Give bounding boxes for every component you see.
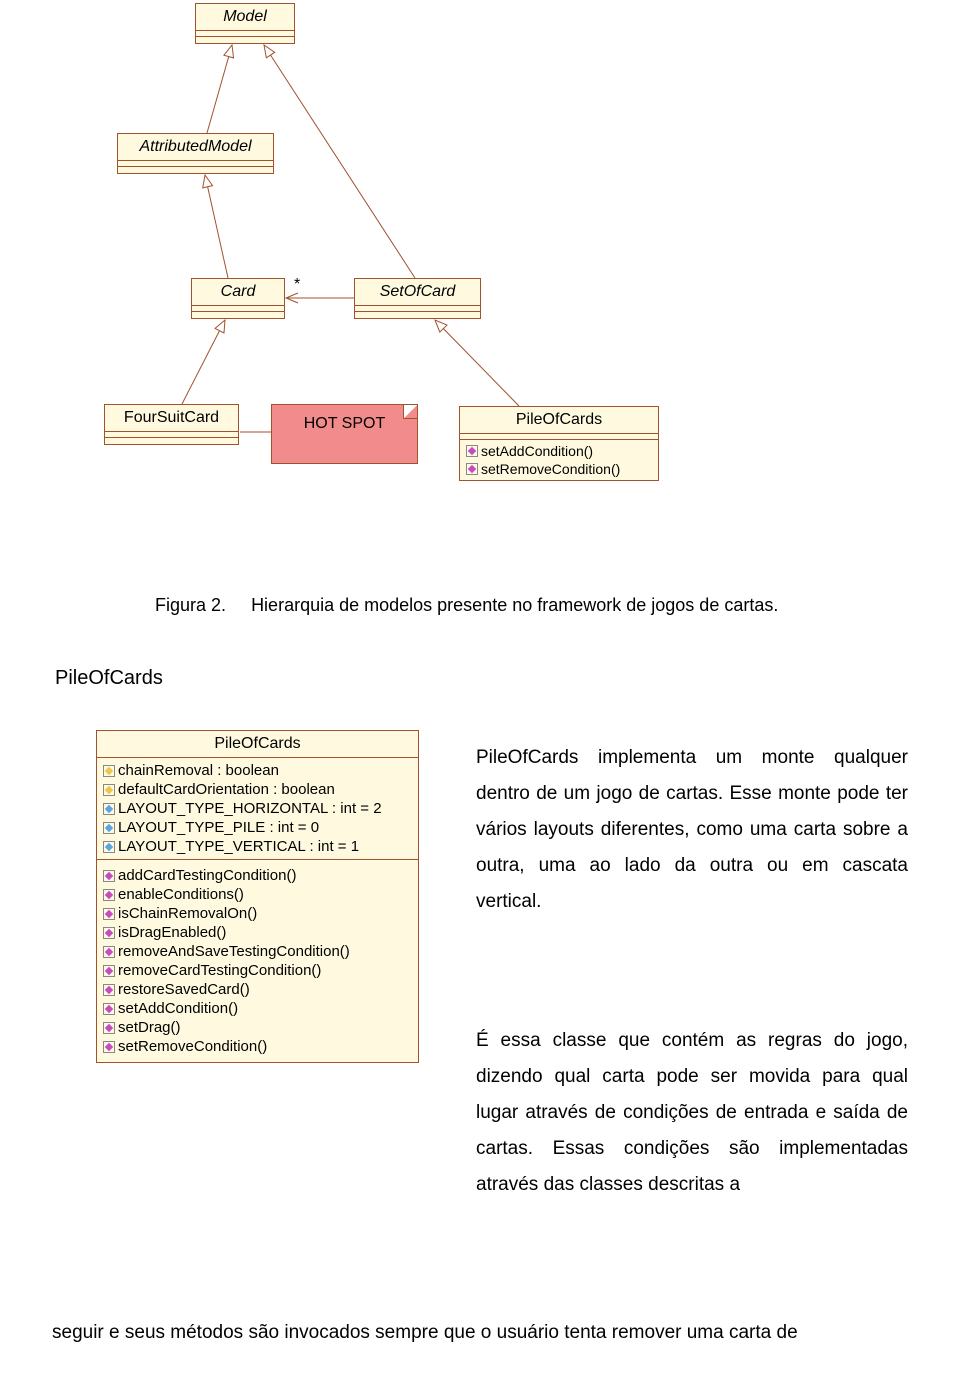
operation-label: restoreSavedCard()	[118, 981, 250, 998]
uml-diagram: Model AttributedModel Card * SetOfCard F…	[0, 0, 960, 590]
method-icon	[103, 908, 115, 920]
constant-icon	[103, 841, 115, 853]
uml-attribute: LAYOUT_TYPE_HORIZONTAL : int = 2	[103, 799, 412, 818]
figure-caption: Figura 2. Hierarquia de modelos presente…	[155, 595, 778, 616]
note-fold-icon	[403, 405, 417, 419]
uml-class-card: Card	[191, 278, 285, 319]
uml-operation: enableConditions()	[103, 885, 412, 904]
method-icon	[103, 870, 115, 882]
uml-attribute: LAYOUT_TYPE_PILE : int = 0	[103, 818, 412, 837]
operation-label: setDrag()	[118, 1019, 181, 1036]
caption-text: Hierarquia de modelos presente no framew…	[251, 595, 778, 615]
uml-operations: addCardTestingCondition() enableConditio…	[97, 860, 418, 1062]
uml-attributes: chainRemoval : boolean defaultCardOrient…	[97, 758, 418, 860]
uml-class-title: FourSuitCard	[105, 405, 238, 432]
uml-class-pileofcards: PileOfCards setAddCondition() setRemoveC…	[459, 406, 659, 481]
method-icon	[103, 1041, 115, 1053]
uml-class-title: SetOfCard	[355, 279, 480, 306]
attribute-label: LAYOUT_TYPE_PILE : int = 0	[118, 819, 319, 836]
method-icon	[103, 946, 115, 958]
uml-operation: restoreSavedCard()	[103, 980, 412, 999]
uml-class-foursuitcard: FourSuitCard	[104, 404, 239, 445]
uml-attribute: LAYOUT_TYPE_VERTICAL : int = 1	[103, 837, 412, 856]
uml-class-title: Card	[192, 279, 284, 306]
attribute-icon	[103, 784, 115, 796]
method-icon	[466, 463, 478, 475]
operation-label: setRemoveCondition()	[481, 461, 620, 477]
method-icon	[103, 927, 115, 939]
operation-label: setAddCondition()	[118, 1000, 238, 1017]
operation-label: addCardTestingCondition()	[118, 867, 296, 884]
method-icon	[103, 984, 115, 996]
method-icon	[103, 889, 115, 901]
attribute-label: chainRemoval : boolean	[118, 762, 279, 779]
attribute-label: LAYOUT_TYPE_VERTICAL : int = 1	[118, 838, 359, 855]
uml-operation: setDrag()	[103, 1018, 412, 1037]
constant-icon	[103, 803, 115, 815]
uml-operation: removeCardTestingCondition()	[103, 961, 412, 980]
uml-class-pileofcards-detail: PileOfCards chainRemoval : boolean defau…	[96, 730, 419, 1063]
uml-operation: setAddCondition()	[466, 442, 652, 460]
uml-class-setofcard: SetOfCard	[354, 278, 481, 319]
attribute-label: defaultCardOrientation : boolean	[118, 781, 335, 798]
operation-label: removeAndSaveTestingCondition()	[118, 943, 350, 960]
caption-prefix: Figura 2.	[155, 595, 226, 615]
uml-operation: setRemoveCondition()	[103, 1037, 412, 1056]
uml-operation: isChainRemovalOn()	[103, 904, 412, 923]
description-paragraph-1: PileOfCards implementa um monte qualquer…	[476, 740, 908, 920]
uml-class-model: Model	[195, 3, 295, 44]
uml-operation: addCardTestingCondition()	[103, 866, 412, 885]
method-icon	[103, 1003, 115, 1015]
uml-operation: setAddCondition()	[103, 999, 412, 1018]
attribute-label: LAYOUT_TYPE_HORIZONTAL : int = 2	[118, 800, 382, 817]
description-paragraph-3: seguir e seus métodos são invocados semp…	[52, 1315, 908, 1351]
operation-label: removeCardTestingCondition()	[118, 962, 321, 979]
method-icon	[466, 445, 478, 457]
uml-operations: setAddCondition() setRemoveCondition()	[460, 440, 658, 480]
uml-class-title: Model	[196, 4, 294, 31]
uml-class-attributedmodel: AttributedModel	[117, 133, 274, 174]
method-icon	[103, 965, 115, 977]
uml-note-hotspot: HOT SPOT	[271, 404, 418, 464]
attribute-icon	[103, 765, 115, 777]
multiplicity-star: *	[294, 276, 300, 294]
uml-operation: isDragEnabled()	[103, 923, 412, 942]
uml-operation: setRemoveCondition()	[466, 460, 652, 478]
uml-class-title: PileOfCards	[97, 731, 418, 758]
operation-label: setAddCondition()	[481, 443, 593, 459]
operation-label: isDragEnabled()	[118, 924, 226, 941]
uml-operation: removeAndSaveTestingCondition()	[103, 942, 412, 961]
constant-icon	[103, 822, 115, 834]
note-text: HOT SPOT	[272, 405, 417, 443]
uml-class-title: PileOfCards	[460, 407, 658, 434]
operation-label: setRemoveCondition()	[118, 1038, 267, 1055]
description-paragraph-2: É essa classe que contém as regras do jo…	[476, 1023, 908, 1203]
uml-class-title: AttributedModel	[118, 134, 273, 161]
section-title: PileOfCards	[55, 667, 163, 690]
uml-attribute: defaultCardOrientation : boolean	[103, 780, 412, 799]
method-icon	[103, 1022, 115, 1034]
uml-attribute: chainRemoval : boolean	[103, 761, 412, 780]
operation-label: enableConditions()	[118, 886, 244, 903]
operation-label: isChainRemovalOn()	[118, 905, 257, 922]
